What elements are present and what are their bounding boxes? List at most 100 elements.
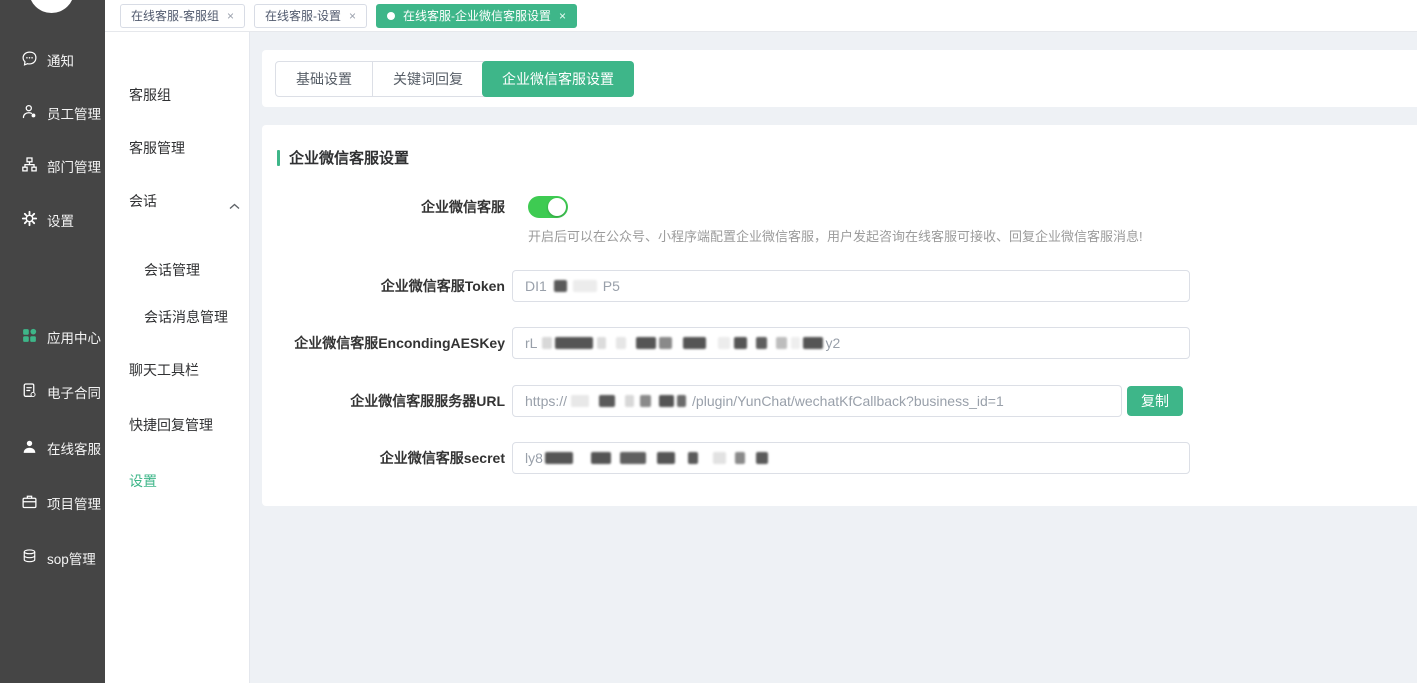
sidebar-item-employees[interactable]: 员工管理 xyxy=(21,101,101,125)
sidebar-item-settings[interactable]: 设置 xyxy=(21,208,74,232)
tab-keyword-reply[interactable]: 关键词回复 xyxy=(372,62,483,96)
redacted-block xyxy=(636,337,656,349)
wecom-toggle-label: 企业微信客服 xyxy=(262,200,505,214)
section-header: 企业微信客服设置 xyxy=(277,147,409,168)
token-value-suffix: P5 xyxy=(603,278,620,294)
aeskey-label: 企业微信客服EncondingAESKey xyxy=(262,327,505,359)
main-content: 基础设置 关键词回复 企业微信客服设置 企业微信客服设置 企业微信客服 开启后可… xyxy=(250,32,1417,683)
redacted-block xyxy=(688,452,698,464)
token-label: 企业微信客服Token xyxy=(262,270,505,302)
settings-tabs-card: 基础设置 关键词回复 企业微信客服设置 xyxy=(262,50,1417,107)
aeskey-input[interactable]: rL y2 xyxy=(512,327,1190,359)
url-value-suffix: /plugin/YunChat/wechatKfCallback?busines… xyxy=(692,393,1004,409)
redacted-block xyxy=(545,452,573,464)
redacted-block xyxy=(554,280,567,292)
menu-item-sessions-group[interactable]: 会话 xyxy=(129,191,245,211)
redacted-block xyxy=(625,395,634,407)
window-tab-service-group[interactable]: 在线客服-客服组 × xyxy=(120,4,245,28)
redacted-block xyxy=(616,337,626,349)
copy-button[interactable]: 复制 xyxy=(1127,386,1183,416)
sidebar-item-label: 项目管理 xyxy=(47,493,101,513)
redacted-block xyxy=(776,337,787,349)
department-tree-icon xyxy=(21,156,38,176)
main-sidebar: 通知 员工管理 部门管理 设置 应用中心 电子合同 在线客服 项 xyxy=(0,0,105,683)
redacted-block xyxy=(718,337,730,349)
window-tab-label: 在线客服-设置 xyxy=(265,7,341,24)
menu-item-settings[interactable]: 设置 xyxy=(129,471,157,491)
menu-item-session-management[interactable]: 会话管理 xyxy=(144,260,200,280)
close-icon[interactable]: × xyxy=(559,10,566,22)
wecom-settings-card: 企业微信客服设置 企业微信客服 开启后可以在公众号、小程序端配置企业微信客服，用… xyxy=(262,125,1417,506)
server-url-label: 企业微信客服服务器URL xyxy=(262,385,505,417)
close-icon[interactable]: × xyxy=(349,10,356,22)
redacted-block xyxy=(756,452,768,464)
app-window: 通知 员工管理 部门管理 设置 应用中心 电子合同 在线客服 项 xyxy=(0,0,1417,683)
redacted-block xyxy=(803,337,823,349)
redacted-block xyxy=(573,280,597,292)
sidebar-item-label: 员工管理 xyxy=(47,103,101,123)
window-tab-wecom-settings[interactable]: 在线客服-企业微信客服设置 × xyxy=(376,4,577,28)
briefcase-icon xyxy=(21,493,38,513)
redacted-block xyxy=(734,337,747,349)
menu-item-chat-toolbar[interactable]: 聊天工具栏 xyxy=(129,360,199,380)
redacted-block xyxy=(735,452,745,464)
menu-group-label: 会话 xyxy=(129,193,157,209)
redacted-block xyxy=(756,337,767,349)
section-accent-bar xyxy=(277,150,280,166)
server-url-input[interactable]: https:// /plugin/YunChat/wechatKfCallbac… xyxy=(512,385,1122,417)
url-value-prefix: https:// xyxy=(525,393,567,409)
window-tab-label: 在线客服-企业微信客服设置 xyxy=(403,7,551,24)
logo xyxy=(29,0,74,13)
aeskey-value-suffix: y2 xyxy=(825,335,840,351)
redacted-block xyxy=(571,395,589,407)
database-icon xyxy=(21,548,38,568)
section-title: 企业微信客服设置 xyxy=(289,147,409,168)
token-input[interactable]: DI1 P5 xyxy=(512,270,1190,302)
secondary-menu: 客服组 客服管理 会话 会话管理 会话消息管理 聊天工具栏 快捷回复管理 设置 xyxy=(105,32,250,683)
redacted-block xyxy=(713,452,726,464)
redacted-block xyxy=(591,452,611,464)
gear-icon xyxy=(21,210,38,230)
tab-wecom-service-settings[interactable]: 企业微信客服设置 xyxy=(482,61,634,97)
toggle-knob xyxy=(548,198,566,216)
contract-doc-icon xyxy=(21,382,38,402)
sidebar-item-notifications[interactable]: 通知 xyxy=(21,48,74,72)
redacted-block xyxy=(640,395,651,407)
redacted-block xyxy=(555,337,593,349)
sidebar-item-label: 部门管理 xyxy=(47,156,101,176)
redacted-block xyxy=(657,452,675,464)
redacted-block xyxy=(683,337,706,349)
sidebar-item-e-contract[interactable]: 电子合同 xyxy=(21,380,101,404)
redacted-block xyxy=(659,337,672,349)
sidebar-item-sop[interactable]: sop管理 xyxy=(21,546,96,570)
sidebar-item-label: 在线客服 xyxy=(47,438,101,458)
chevron-up-icon xyxy=(229,197,240,213)
menu-item-session-message-management[interactable]: 会话消息管理 xyxy=(144,307,228,327)
sidebar-item-label: 应用中心 xyxy=(47,327,101,347)
sidebar-item-label: 设置 xyxy=(47,210,74,230)
sidebar-item-departments[interactable]: 部门管理 xyxy=(21,154,101,178)
window-tab-bar: 在线客服-客服组 × 在线客服-设置 × 在线客服-企业微信客服设置 × xyxy=(105,0,1417,32)
tab-basic-settings[interactable]: 基础设置 xyxy=(276,62,372,96)
settings-tab-group: 基础设置 关键词回复 企业微信客服设置 xyxy=(275,61,634,97)
message-bubble-icon xyxy=(21,50,38,70)
sidebar-item-label: 电子合同 xyxy=(47,382,101,402)
menu-item-service-management[interactable]: 客服管理 xyxy=(129,138,185,158)
redacted-block xyxy=(677,395,686,407)
sidebar-item-projects[interactable]: 项目管理 xyxy=(21,491,101,515)
menu-item-quick-reply[interactable]: 快捷回复管理 xyxy=(129,415,213,435)
window-tab-settings[interactable]: 在线客服-设置 × xyxy=(254,4,367,28)
redacted-block xyxy=(791,337,800,349)
token-value-prefix: DI1 xyxy=(525,278,547,294)
sidebar-item-online-service[interactable]: 在线客服 xyxy=(21,436,101,460)
sidebar-item-app-center[interactable]: 应用中心 xyxy=(21,325,101,349)
secret-input[interactable]: ly8 xyxy=(512,442,1190,474)
sidebar-item-label: sop管理 xyxy=(47,548,96,568)
customer-service-icon xyxy=(21,438,38,458)
redacted-block xyxy=(542,337,552,349)
active-dot-icon xyxy=(387,12,395,20)
close-icon[interactable]: × xyxy=(227,10,234,22)
menu-item-service-groups[interactable]: 客服组 xyxy=(129,85,171,105)
wecom-service-toggle[interactable] xyxy=(528,196,568,218)
redacted-block xyxy=(620,452,646,464)
